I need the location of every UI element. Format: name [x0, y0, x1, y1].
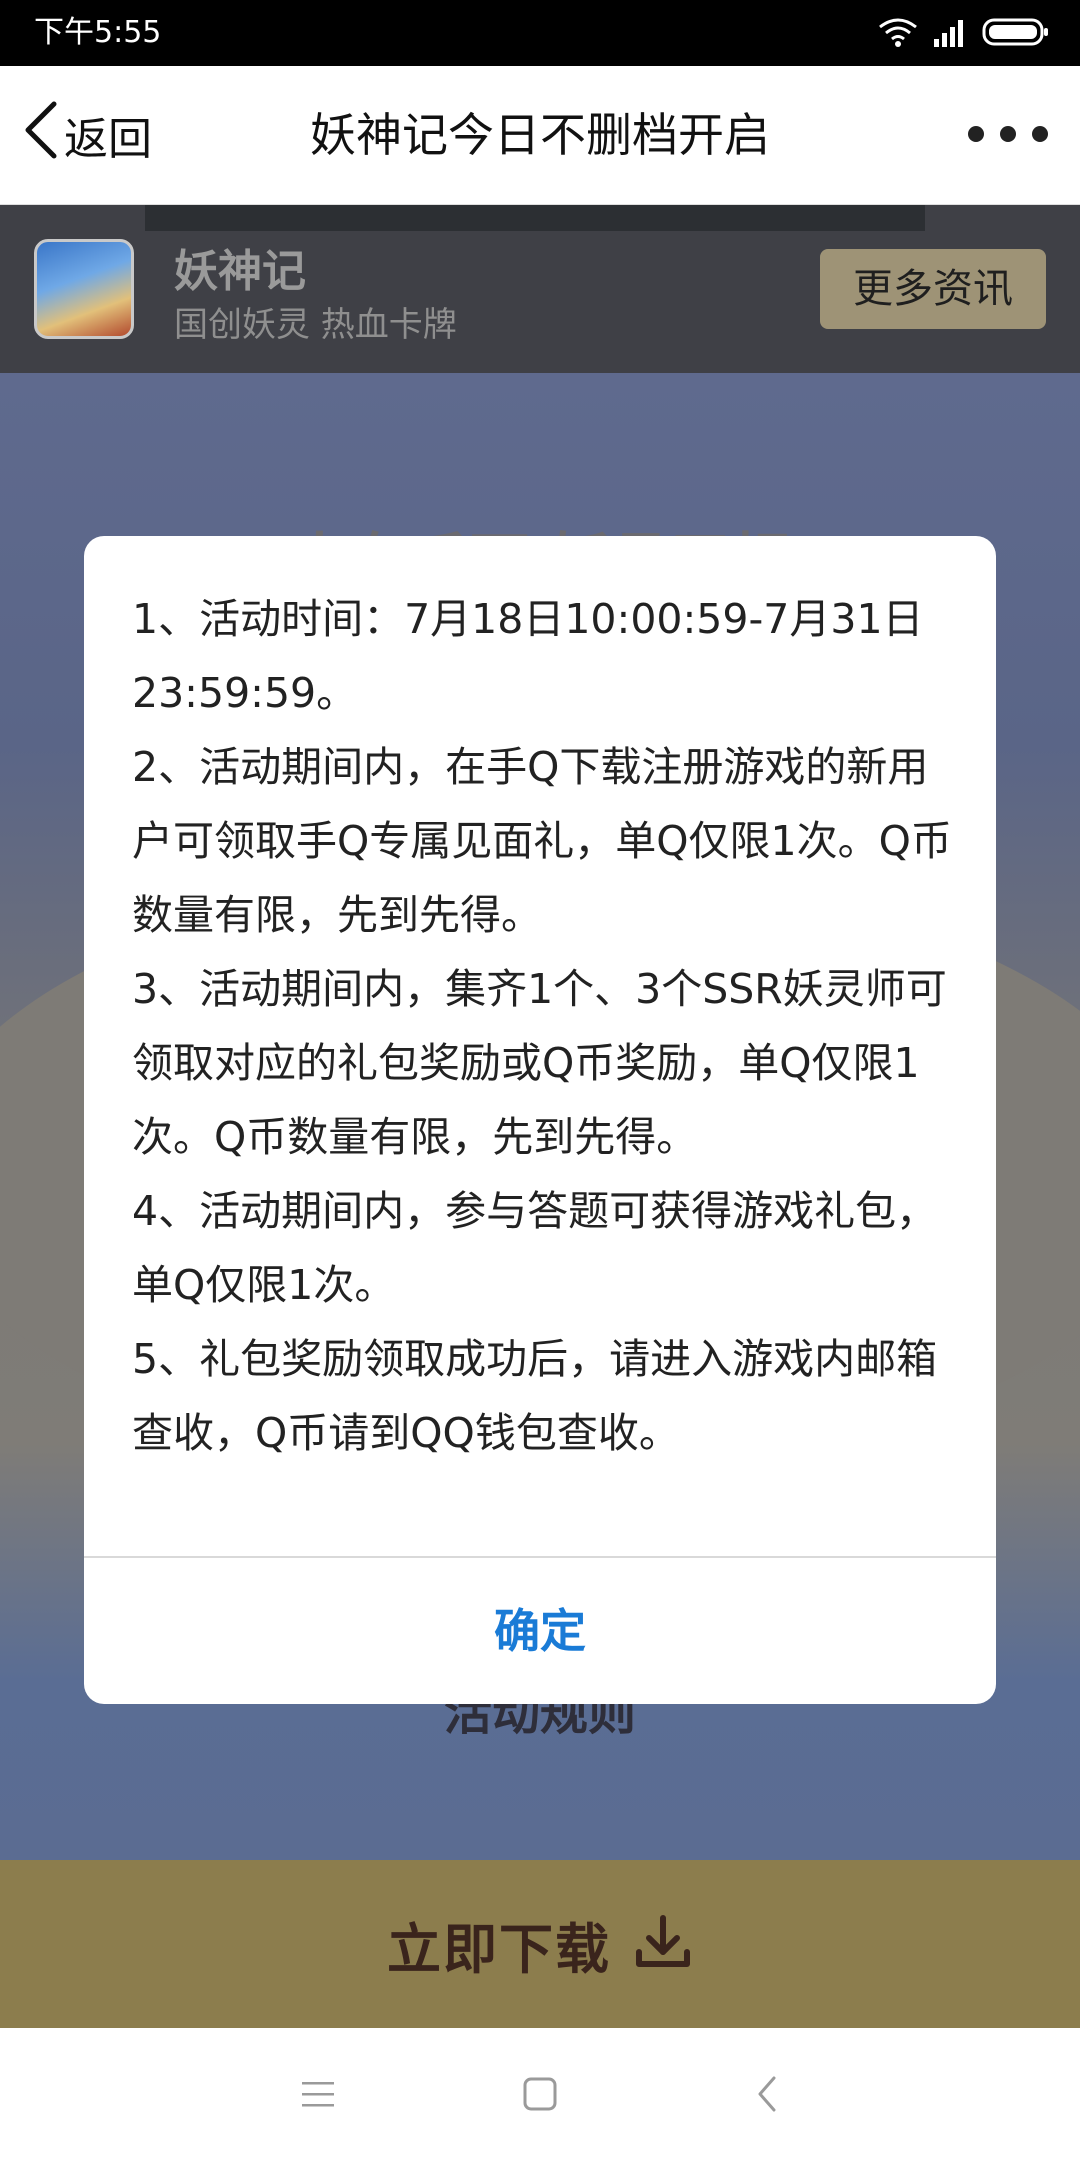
- page-title: 妖神记今日不删档开启: [310, 108, 770, 162]
- rule-item: 3、活动期间内，集齐1个、3个SSR妖灵师可领取对应的礼包奖励或Q币奖励，单Q仅…: [132, 965, 947, 1161]
- download-label: 立即下载: [387, 1917, 611, 1981]
- status-icons: [878, 17, 1050, 51]
- signal-icon: [932, 17, 968, 51]
- game-banner: 妖神记 国创妖灵 热血卡牌 更多资讯: [0, 205, 1080, 373]
- rule-item: 4、活动期间内，参与答题可获得游戏礼包，单Q仅限1次。: [132, 1187, 938, 1309]
- nav-bar: 返回 妖神记今日不删档开启: [0, 66, 1080, 205]
- more-dots-icon: [958, 122, 1058, 150]
- status-time: 下午5:55: [34, 15, 162, 50]
- system-back-icon: [754, 2074, 778, 2118]
- more-options-button[interactable]: [958, 116, 1058, 156]
- wifi-icon: [878, 17, 918, 51]
- back-button[interactable]: 返回: [22, 98, 152, 172]
- status-bar: 下午5:55: [0, 0, 1080, 66]
- more-info-button[interactable]: 更多资讯: [820, 249, 1046, 329]
- rule-item: 2、活动期间内，在手Q下载注册游戏的新用户可领取手Q专属见面礼，单Q仅限1次。Q…: [132, 743, 952, 939]
- download-button[interactable]: 立即下载: [0, 1860, 1080, 2028]
- banner-decoration: [145, 205, 925, 231]
- chevron-left-icon: [22, 100, 64, 171]
- system-navigation-bar: [0, 2028, 1080, 2160]
- download-icon: [633, 1914, 693, 1974]
- rule-item: 1、活动时间：7月18日10:00:59-7月31日23:59:59。: [132, 595, 924, 717]
- game-app-icon[interactable]: [34, 239, 134, 339]
- confirm-button[interactable]: 确定: [84, 1558, 996, 1704]
- home-square-icon: [522, 2076, 558, 2116]
- rules-text: 1、活动时间：7月18日10:00:59-7月31日23:59:59。 2、活动…: [132, 582, 962, 1470]
- system-back-button[interactable]: [736, 2070, 796, 2122]
- rule-item: 5、礼包奖励领取成功后，请进入游戏内邮箱查收，Q币请到QQ钱包查收。: [132, 1335, 938, 1457]
- battery-icon: [982, 17, 1050, 51]
- menu-button[interactable]: [288, 2070, 348, 2122]
- menu-icon: [300, 2079, 336, 2113]
- rules-dialog: 1、活动时间：7月18日10:00:59-7月31日23:59:59。 2、活动…: [84, 536, 996, 1704]
- back-label: 返回: [64, 114, 152, 165]
- game-tagline: 国创妖灵 热血卡牌: [174, 305, 457, 345]
- game-name: 妖神记: [174, 246, 306, 297]
- home-button[interactable]: [510, 2070, 570, 2122]
